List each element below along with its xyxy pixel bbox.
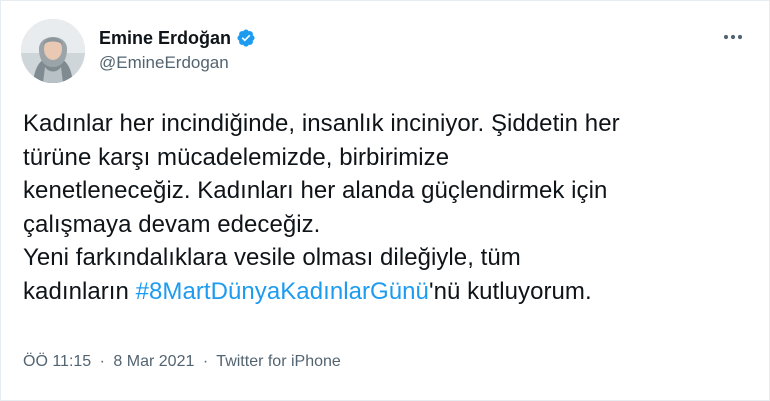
verified-badge-icon	[236, 28, 256, 48]
user-handle[interactable]: @EmineErdogan	[99, 53, 256, 73]
tweet-time[interactable]: ÖÖ 11:15	[23, 353, 91, 370]
tweet-text-fragment: kadınların	[23, 277, 136, 305]
tweet-header: Emine Erdoğan @EmineErdogan	[21, 19, 749, 85]
more-options-icon[interactable]	[719, 27, 747, 47]
display-name-row: Emine Erdoğan	[99, 26, 256, 50]
tweet-source[interactable]: Twitter for iPhone	[216, 353, 341, 370]
tweet-meta: ÖÖ 11:15 · 8 Mar 2021 · Twitter for iPho…	[23, 353, 341, 371]
tweet-card: Emine Erdoğan @EmineErdogan Kadınlar her…	[0, 0, 770, 401]
display-name[interactable]: Emine Erdoğan	[99, 28, 231, 49]
tweet-text: Kadınlar her incindiğinde, insanlık inci…	[23, 107, 753, 308]
meta-separator: ·	[202, 353, 209, 370]
hashtag-link[interactable]: #8MartDünyaKadınlarGünü	[136, 278, 429, 305]
author-block: Emine Erdoğan @EmineErdogan	[99, 26, 256, 73]
meta-separator: ·	[99, 353, 105, 370]
tweet-text-line: kenetleneceğiz. Kadınları her alanda güç…	[23, 177, 608, 204]
avatar-image	[21, 19, 85, 83]
tweet-text-fragment: 'nü kutluyorum.	[428, 277, 592, 305]
avatar[interactable]	[21, 19, 85, 83]
tweet-text-line: türüne karşı mücadelemizde, birbirimize	[23, 143, 450, 171]
tweet-text-line: Yeni farkındalıklara vesile olması dileğ…	[23, 244, 521, 271]
tweet-text-last-line: kadınların #8MartDünyaKadınlarGünü'nü ku…	[23, 275, 753, 309]
tweet-date[interactable]: 8 Mar 2021	[113, 353, 194, 370]
tweet-text-line: çalışmaya devam edeceğiz.	[23, 210, 321, 238]
tweet-text-line: Kadınlar her incindiğinde, insanlık inci…	[23, 110, 620, 137]
